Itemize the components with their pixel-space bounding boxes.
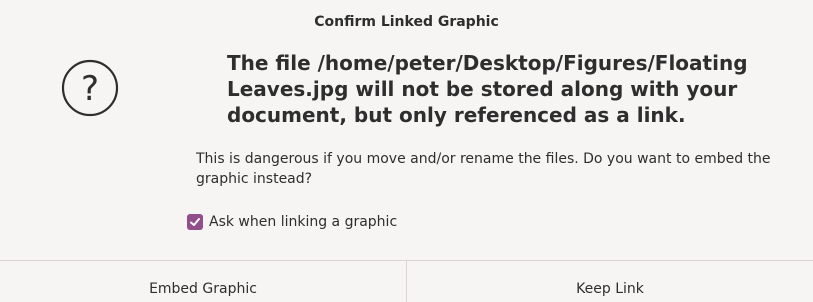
keep-link-button[interactable]: Keep Link: [406, 261, 813, 302]
dialog-message: This is dangerous if you move and/or ren…: [196, 151, 771, 187]
ask-when-linking-checkbox-row[interactable]: Ask when linking a graphic: [187, 212, 397, 232]
embed-graphic-button[interactable]: Embed Graphic: [0, 261, 406, 302]
ask-when-linking-checkbox[interactable]: [187, 214, 203, 230]
dialog-headline: The file /home/peter/Desktop/Figures/Flo…: [227, 51, 748, 127]
dialog-button-bar: Embed Graphic Keep Link: [0, 260, 813, 302]
dialog-title: Confirm Linked Graphic: [314, 14, 499, 30]
ask-when-linking-label: Ask when linking a graphic: [209, 214, 398, 230]
confirm-linked-graphic-dialog: Confirm Linked Graphic ? The file /home/…: [0, 0, 813, 302]
checkmark-icon: [190, 218, 200, 226]
question-icon: ?: [60, 58, 120, 118]
svg-text:?: ?: [81, 69, 99, 109]
